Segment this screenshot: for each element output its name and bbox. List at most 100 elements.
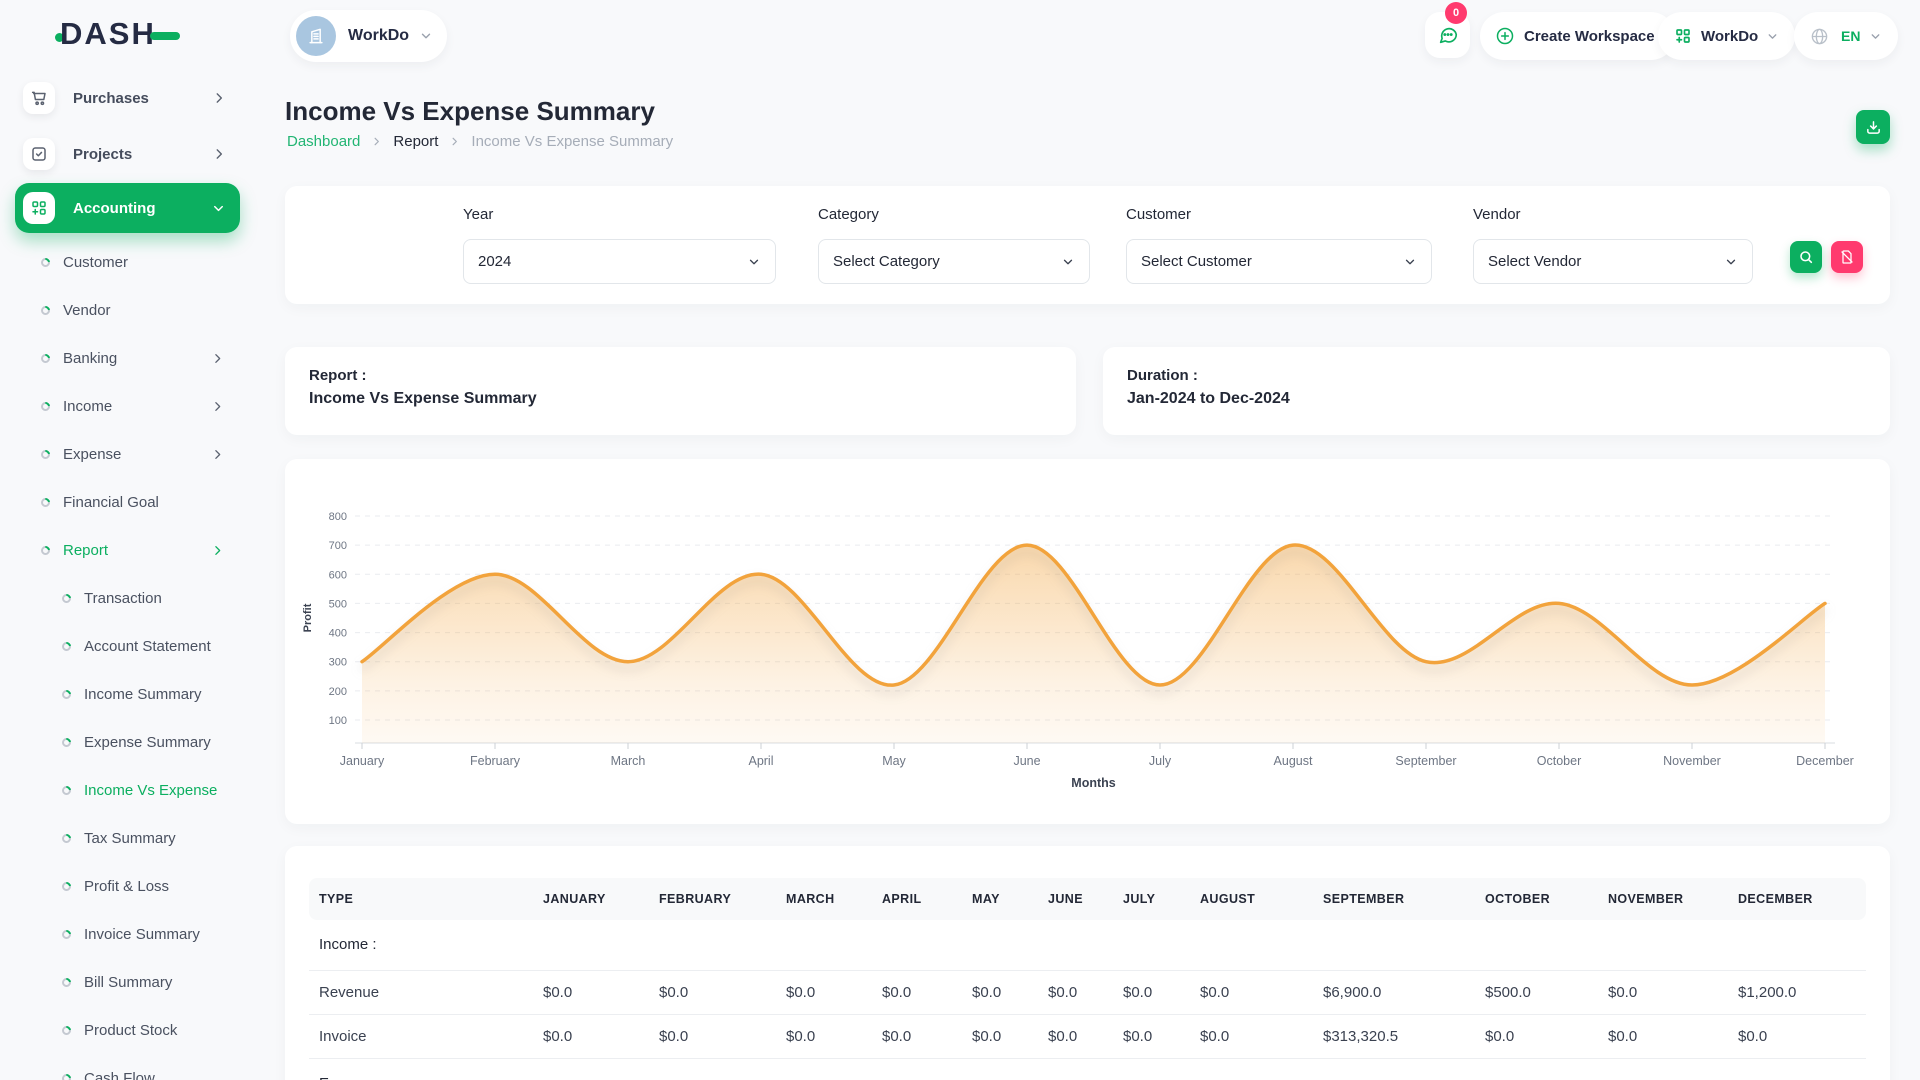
vendor-value: Select Vendor bbox=[1488, 253, 1581, 270]
page-title: Income Vs Expense Summary bbox=[285, 96, 655, 127]
col-february: FEBRUARY bbox=[649, 878, 776, 920]
col-october: OCTOBER bbox=[1475, 878, 1598, 920]
cell: $0.0 bbox=[1475, 1014, 1598, 1058]
sidebar-item-label: Invoice Summary bbox=[84, 926, 200, 943]
year-select[interactable]: 2024 bbox=[463, 239, 776, 284]
sidebar-item-customer[interactable]: Customer bbox=[15, 238, 240, 286]
svg-text:400: 400 bbox=[329, 628, 347, 640]
svg-text:100: 100 bbox=[329, 715, 347, 727]
breadcrumb-report[interactable]: Report bbox=[393, 133, 438, 150]
report-card-value: Income Vs Expense Summary bbox=[309, 390, 1052, 408]
svg-text:July: July bbox=[1149, 754, 1172, 768]
svg-text:Profit: Profit bbox=[302, 603, 314, 632]
sidebar-item-banking[interactable]: Banking bbox=[15, 334, 240, 382]
bullet-icon bbox=[60, 880, 73, 893]
sidebar-item-income[interactable]: Income bbox=[15, 382, 240, 430]
bullet-icon bbox=[60, 736, 73, 749]
sidebar-item-label: Product Stock bbox=[84, 1022, 177, 1039]
sidebar-item-label: Bill Summary bbox=[84, 974, 172, 991]
category-select[interactable]: Select Category bbox=[818, 239, 1090, 284]
col-april: APRIL bbox=[872, 878, 962, 920]
sidebar-item-vendor[interactable]: Vendor bbox=[15, 286, 240, 334]
sidebar-item-income-summary[interactable]: Income Summary bbox=[15, 670, 240, 718]
sidebar-item-profit-loss[interactable]: Profit & Loss bbox=[15, 862, 240, 910]
create-workspace-button[interactable]: Create Workspace bbox=[1480, 12, 1675, 60]
svg-text:April: April bbox=[748, 754, 773, 768]
sidebar-item-label: Accounting bbox=[73, 200, 156, 217]
cell: $1,200.0 bbox=[1728, 970, 1866, 1014]
chevron-down-icon bbox=[747, 255, 761, 269]
year-value: 2024 bbox=[478, 253, 511, 270]
svg-text:200: 200 bbox=[329, 686, 347, 698]
income-expense-table: TYPE JANUARY FEBRUARY MARCH APRIL MAY JU… bbox=[309, 878, 1866, 1080]
chevron-down-icon bbox=[1403, 255, 1417, 269]
messages-button[interactable]: 0 bbox=[1425, 12, 1470, 58]
workspace-avatar bbox=[296, 16, 336, 56]
bullet-icon bbox=[39, 304, 52, 317]
chevron-right-icon bbox=[211, 400, 224, 413]
svg-text:December: December bbox=[1796, 754, 1854, 768]
year-label: Year bbox=[463, 206, 493, 223]
col-type: TYPE bbox=[309, 878, 533, 920]
svg-text:500: 500 bbox=[329, 598, 347, 610]
sidebar-item-tax-summary[interactable]: Tax Summary bbox=[15, 814, 240, 862]
sidebar-item-income-vs-expense[interactable]: Income Vs Expense bbox=[15, 766, 240, 814]
bullet-icon bbox=[60, 1024, 73, 1037]
sidebar-item-expense[interactable]: Expense bbox=[15, 430, 240, 478]
svg-text:September: September bbox=[1395, 754, 1456, 768]
bullet-icon bbox=[60, 976, 73, 989]
language-selector[interactable]: EN bbox=[1794, 12, 1898, 60]
sidebar-item-expense-summary[interactable]: Expense Summary bbox=[15, 718, 240, 766]
chevron-right-icon bbox=[211, 448, 224, 461]
customer-select[interactable]: Select Customer bbox=[1126, 239, 1432, 284]
sidebar-item-cash-flow[interactable]: Cash Flow bbox=[15, 1054, 240, 1080]
cell: $6,900.0 bbox=[1313, 970, 1475, 1014]
bullet-icon bbox=[39, 400, 52, 413]
sidebar-item-accounting[interactable]: Accounting bbox=[15, 183, 240, 233]
svg-text:300: 300 bbox=[329, 657, 347, 669]
bullet-icon bbox=[60, 592, 73, 605]
svg-text:February: February bbox=[470, 754, 521, 768]
messages-badge: 0 bbox=[1445, 2, 1467, 24]
sidebar-item-account-statement[interactable]: Account Statement bbox=[15, 622, 240, 670]
sidebar-item-product-stock[interactable]: Product Stock bbox=[15, 1006, 240, 1054]
bullet-icon bbox=[60, 640, 73, 653]
sidebar-item-financial-goal[interactable]: Financial Goal bbox=[15, 478, 240, 526]
apply-filter-button[interactable] bbox=[1790, 241, 1822, 273]
sidebar-item-report[interactable]: Report bbox=[15, 526, 240, 574]
logo-dash bbox=[150, 32, 180, 40]
bullet-icon bbox=[39, 352, 52, 365]
sidebar-item-projects[interactable]: Projects bbox=[15, 130, 240, 178]
chevron-right-icon bbox=[212, 147, 226, 161]
reset-filter-button[interactable] bbox=[1831, 241, 1863, 273]
svg-text:June: June bbox=[1013, 754, 1040, 768]
workspace-switcher[interactable]: WorkDo bbox=[290, 10, 447, 62]
col-december: DECEMBER bbox=[1728, 878, 1866, 920]
language-label: EN bbox=[1841, 28, 1860, 44]
cell: $0.0 bbox=[776, 1014, 872, 1058]
svg-text:January: January bbox=[340, 754, 385, 768]
vendor-select[interactable]: Select Vendor bbox=[1473, 239, 1753, 284]
sidebar-item-bill-summary[interactable]: Bill Summary bbox=[15, 958, 240, 1006]
cell: $0.0 bbox=[1038, 970, 1113, 1014]
svg-text:Months: Months bbox=[1071, 776, 1115, 790]
section-label: Income : bbox=[309, 920, 1866, 970]
chevron-right-icon bbox=[211, 544, 224, 557]
bullet-icon bbox=[60, 928, 73, 941]
workdo-menu-button[interactable]: WorkDo bbox=[1658, 12, 1795, 60]
sidebar-item-invoice-summary[interactable]: Invoice Summary bbox=[15, 910, 240, 958]
search-icon bbox=[1798, 249, 1814, 265]
sidebar-item-label: Profit & Loss bbox=[84, 878, 169, 895]
download-report-button[interactable] bbox=[1856, 110, 1890, 144]
create-workspace-label: Create Workspace bbox=[1524, 28, 1655, 45]
svg-text:800: 800 bbox=[329, 511, 347, 523]
cell: $0.0 bbox=[533, 1014, 649, 1058]
cell: $0.0 bbox=[1728, 1014, 1866, 1058]
sidebar-item-label: Tax Summary bbox=[84, 830, 176, 847]
chevron-right-icon bbox=[211, 352, 224, 365]
plus-circle-icon bbox=[1495, 26, 1515, 46]
sidebar-item-transaction[interactable]: Transaction bbox=[15, 574, 240, 622]
app-logo[interactable]: DASH bbox=[55, 16, 180, 52]
breadcrumb-dashboard[interactable]: Dashboard bbox=[287, 133, 360, 150]
sidebar-item-purchases[interactable]: Purchases bbox=[15, 74, 240, 122]
